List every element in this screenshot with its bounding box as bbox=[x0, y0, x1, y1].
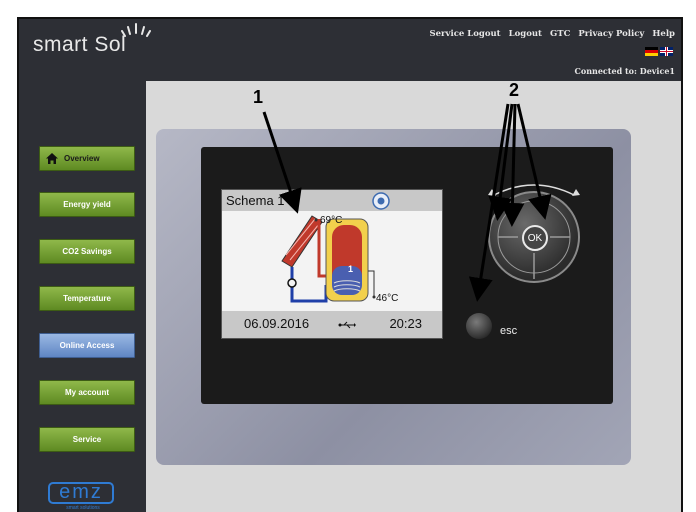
language-flags bbox=[645, 47, 673, 56]
sun-rays-icon bbox=[121, 23, 151, 37]
display-title: Schema 1 bbox=[222, 190, 442, 211]
solar-collector-icon bbox=[281, 215, 323, 268]
sidebar-item-overview[interactable]: Overview bbox=[39, 146, 135, 171]
main-content: Schema 1 69°C 1 46°C 06.09.2016 20:23 OK… bbox=[146, 81, 681, 512]
top-links: Service Logout Logout GTC Privacy Policy… bbox=[430, 29, 676, 39]
gtc-link[interactable]: GTC bbox=[550, 29, 570, 39]
esc-button[interactable] bbox=[466, 313, 492, 339]
solar-schema-diagram bbox=[281, 215, 376, 303]
ok-button[interactable]: OK bbox=[522, 225, 548, 251]
sidebar-item-my-account[interactable]: My account bbox=[39, 380, 135, 405]
pump-icon bbox=[287, 278, 297, 288]
smartsol-logo: smart Sol bbox=[33, 23, 151, 57]
app-frame: smart Sol Service Logout Logout GTC Priv… bbox=[17, 17, 683, 512]
connected-device-name: Device1 bbox=[639, 66, 675, 76]
sidebar-item-label: Online Access bbox=[59, 341, 115, 350]
connection-label: Connected to: bbox=[574, 66, 637, 76]
sidebar-item-label: Service bbox=[72, 435, 102, 444]
sidebar-item-service[interactable]: Service bbox=[39, 427, 135, 452]
sidebar-item-label: Temperature bbox=[63, 294, 111, 303]
controller-device: Schema 1 69°C 1 46°C 06.09.2016 20:23 OK… bbox=[156, 129, 631, 465]
header-bar: smart Sol Service Logout Logout GTC Priv… bbox=[19, 19, 681, 81]
sidebar-item-label: My account bbox=[64, 388, 109, 397]
sidebar-item-energy-yield[interactable]: Energy yield bbox=[39, 192, 135, 217]
tank-temperature: 46°C bbox=[376, 293, 399, 304]
tank-number: 1 bbox=[348, 264, 354, 274]
rotary-dial[interactable]: OK bbox=[488, 191, 580, 283]
callout-2: 2 bbox=[509, 80, 520, 100]
german-flag-icon[interactable] bbox=[645, 47, 658, 56]
device-front-panel: Schema 1 69°C 1 46°C 06.09.2016 20:23 OK… bbox=[201, 147, 613, 404]
rotate-arrows-icon bbox=[488, 184, 580, 196]
controller-display: Schema 1 69°C 1 46°C 06.09.2016 20:23 bbox=[221, 189, 443, 339]
sidebar-item-label: Overview bbox=[64, 154, 100, 163]
ok-label: OK bbox=[527, 232, 543, 244]
callout-1: 1 bbox=[253, 87, 264, 107]
connection-status: Connected to: Device1 bbox=[575, 66, 676, 76]
usb-icon bbox=[338, 321, 356, 329]
service-logout-link[interactable]: Service Logout bbox=[430, 29, 501, 39]
sidebar-item-temperature[interactable]: Temperature bbox=[39, 286, 135, 311]
display-status-bar: 06.09.2016 20:23 bbox=[222, 311, 442, 338]
display-date: 06.09.2016 bbox=[244, 316, 310, 331]
privacy-policy-link[interactable]: Privacy Policy bbox=[578, 29, 644, 39]
sidebar-item-online-access[interactable]: Online Access bbox=[39, 333, 135, 358]
sidebar-item-label: Energy yield bbox=[63, 200, 111, 209]
logo-text: smart Sol bbox=[33, 33, 127, 56]
sidebar-item-label: CO2 Savings bbox=[62, 247, 112, 256]
emz-tagline: smart solutions bbox=[66, 505, 100, 511]
collector-temperature: 69°C bbox=[320, 215, 343, 226]
help-link[interactable]: Help bbox=[652, 29, 675, 39]
service-tool-icon bbox=[372, 192, 390, 210]
uk-flag-icon[interactable] bbox=[660, 47, 673, 56]
sidebar-item-co2-savings[interactable]: CO2 Savings bbox=[39, 239, 135, 264]
emz-logo: emz smart solutions bbox=[39, 482, 127, 511]
display-time: 20:23 bbox=[389, 316, 422, 331]
esc-label: esc bbox=[500, 325, 518, 337]
home-icon bbox=[46, 153, 58, 164]
logout-link[interactable]: Logout bbox=[509, 29, 542, 39]
sidebar: Overview Energy yield CO2 Savings Temper… bbox=[19, 81, 146, 512]
emz-logo-text: emz bbox=[48, 482, 114, 504]
